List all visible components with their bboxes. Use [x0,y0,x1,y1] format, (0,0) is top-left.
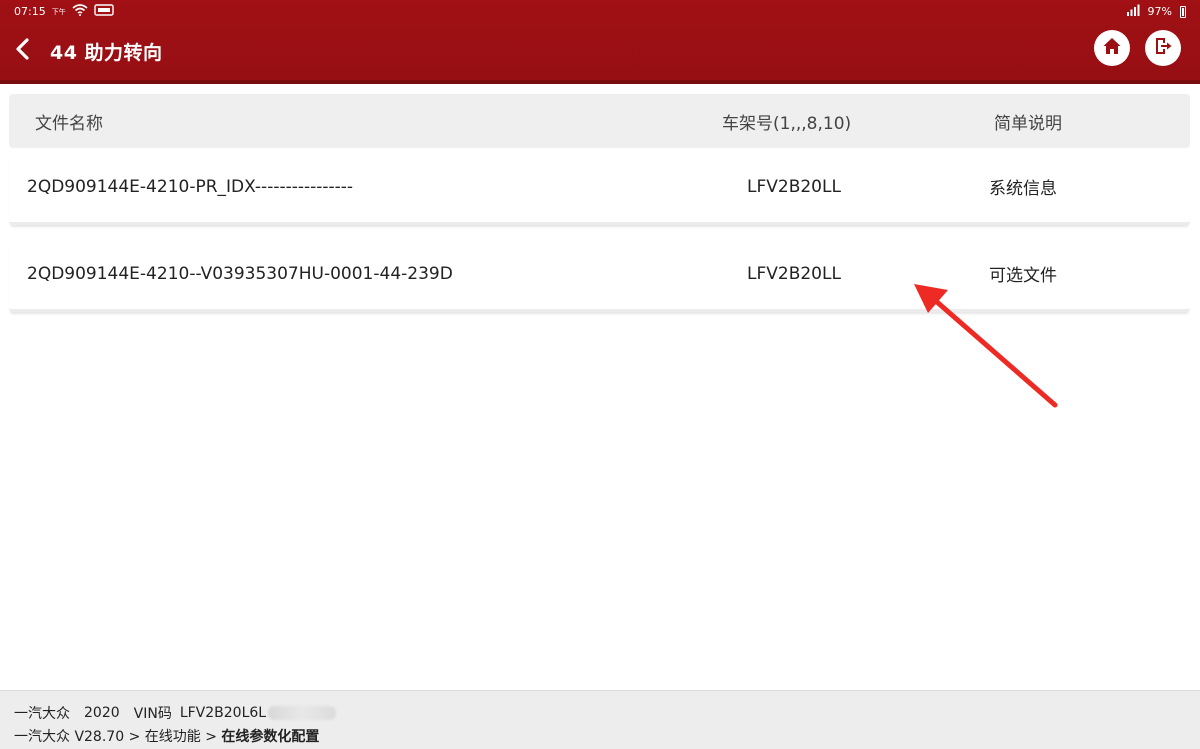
signal-icon [1126,4,1140,19]
row-file-name: 2QD909144E-4210--V03935307HU-0001-44-239… [27,263,453,284]
row-vin: LFV2B20LL [747,263,841,284]
column-header-vin: 车架号(1,,,8,10) [722,113,852,134]
vin-value: LFV2B20L6L [179,705,267,721]
table-row[interactable]: 2QD909144E-4210--V03935307HU-0001-44-239… [9,238,1190,312]
row-description: 系统信息 [989,179,1057,199]
breadcrumb-separator: > [128,729,141,745]
vehicle-info: 一汽大众 2020 VIN码 LFV2B20L6L [14,703,350,723]
exit-icon [1152,35,1174,61]
page-title: 44 助力转向 [50,42,163,64]
battery-percent: 97% [1147,5,1172,18]
column-header-file-name: 文件名称 [35,113,103,134]
vehicle-year: 2020 [84,705,120,721]
title-bar: 44 助力转向 [0,26,1200,76]
app-window: 07:15 下午 97% 44 助力转向 文件名称 车架号(1,,,8,10) … [0,0,1200,749]
vehicle-brand: 一汽大众 [14,706,70,722]
footer-bar: 一汽大众 2020 VIN码 LFV2B20L6L 一汽大众 V28.70 > … [0,690,1200,749]
header-bar: 07:15 下午 97% 44 助力转向 [0,0,1200,84]
row-description: 可选文件 [989,266,1057,286]
status-right: 97% [1126,4,1186,19]
status-left: 07:15 下午 [14,4,114,19]
battery-icon [1180,5,1186,18]
breadcrumb-root[interactable]: 一汽大众 V28.70 [14,729,124,745]
breadcrumb-current: 在线参数化配置 [221,729,320,745]
row-vin: LFV2B20LL [747,176,841,197]
vin-redaction [268,706,337,720]
status-ampm: 下午 [51,7,66,16]
table-header: 文件名称 车架号(1,,,8,10) 简单说明 [9,94,1190,148]
table-row[interactable]: 2QD909144E-4210-PR_IDX---------------- L… [9,151,1190,225]
breadcrumb-separator: > [205,729,217,745]
breadcrumb-online-functions[interactable]: 在线功能 [145,729,201,745]
status-time: 07:15 [14,5,46,18]
exit-button[interactable] [1145,30,1181,66]
wifi-icon [72,4,88,19]
row-file-name: 2QD909144E-4210-PR_IDX---------------- [27,176,354,197]
column-header-description: 简单说明 [994,113,1062,134]
home-button[interactable] [1094,30,1130,66]
chevron-left-icon[interactable] [8,34,38,64]
vin-label: VIN码 [133,706,172,722]
home-icon [1101,35,1123,61]
breadcrumb: 一汽大众 V28.70 > 在线功能 > 在线参数化配置 [14,726,319,746]
status-bar: 07:15 下午 97% [0,0,1200,24]
tablet-icon [94,4,114,19]
